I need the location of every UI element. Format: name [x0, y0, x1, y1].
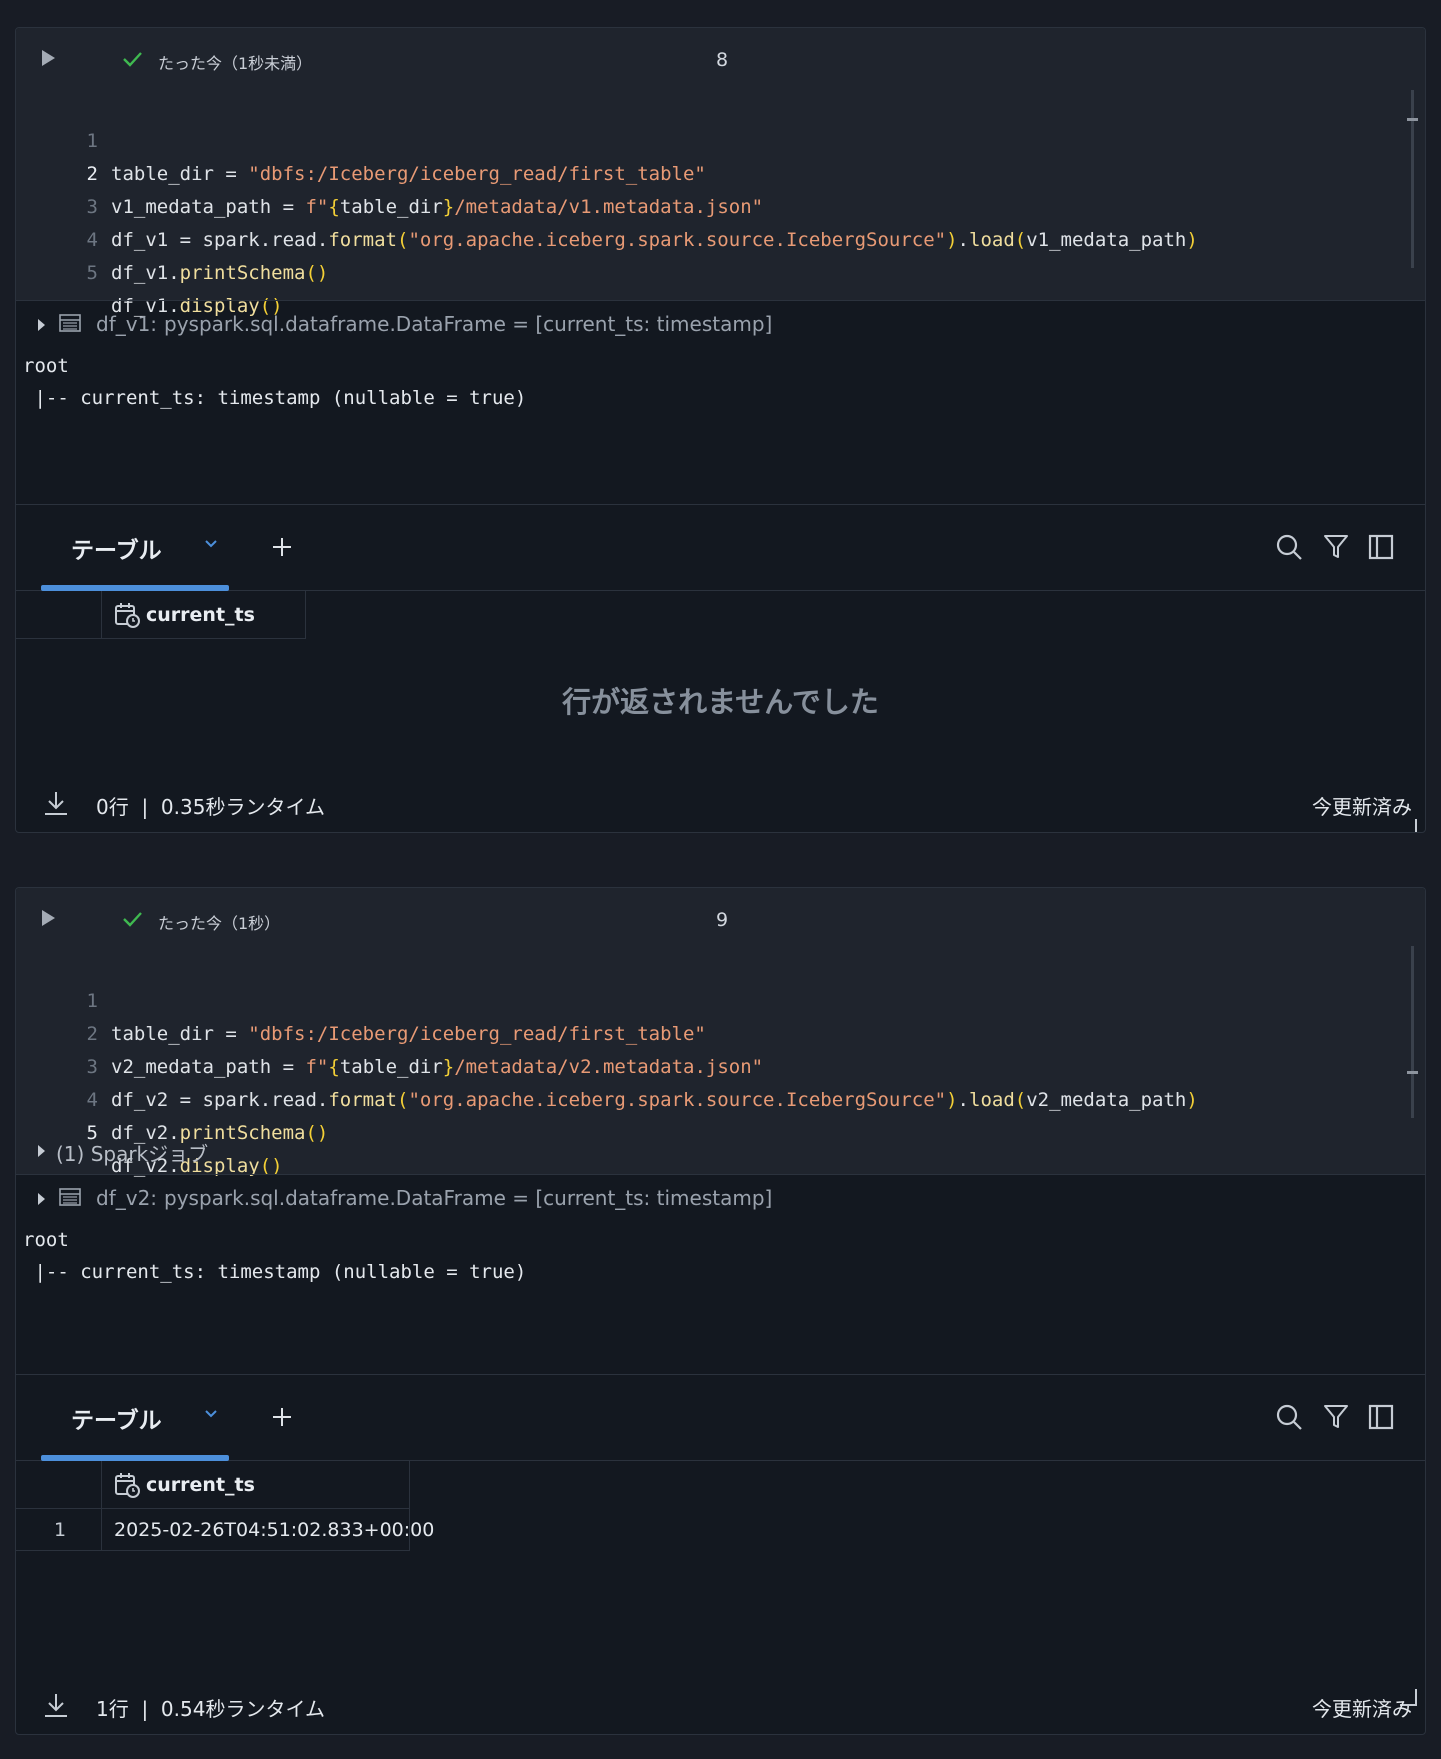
expand-icon[interactable] — [38, 1193, 45, 1205]
column-header[interactable]: current_ts — [102, 1461, 410, 1509]
row-index: 1 — [54, 1519, 67, 1541]
tab-table[interactable]: テーブル — [41, 1375, 231, 1461]
code-line: 5 df_v1.display() — [16, 224, 1425, 317]
code-line: 5 df_v2.display() — [16, 1084, 1425, 1177]
row-index-header — [16, 591, 102, 639]
dataframe-type: pyspark.sql.dataframe.DataFrame = [curre… — [164, 1186, 773, 1210]
column-header[interactable]: current_ts — [102, 591, 306, 639]
updated-status: 今更新済み — [1312, 1697, 1412, 1721]
schema-output: root |-- current_ts: timestamp (nullable… — [16, 1224, 1425, 1374]
dataframe-info[interactable]: df_v2: pyspark.sql.dataframe.DataFrame =… — [16, 1174, 1425, 1224]
runtime: 0.54秒ランタイム — [160, 1697, 326, 1721]
notebook-cell-8: たった今（1秒未満） 8 1 table_dir = "dbfs:/Iceber… — [15, 27, 1426, 833]
check-icon — [123, 912, 142, 927]
dataframe-name: df_v2: — [96, 1186, 158, 1210]
notebook-cell-9: たった今（1秒） 9 1 table_dir = "dbfs:/Iceberg/… — [15, 887, 1426, 1735]
table-icon — [59, 1188, 81, 1206]
schema-output: root |-- current_ts: timestamp (nullable… — [16, 350, 1425, 504]
table-icon — [59, 314, 81, 332]
check-icon — [123, 52, 142, 67]
code-line: 1 table_dir = "dbfs:/Iceberg/iceberg_rea… — [16, 952, 1425, 1045]
dataframe-type: pyspark.sql.dataframe.DataFrame = [curre… — [164, 312, 773, 336]
download-icon[interactable] — [43, 1691, 69, 1719]
code-area: たった今（1秒） 9 1 table_dir = "dbfs:/Iceberg/… — [16, 888, 1425, 1177]
sidebar-icon[interactable] — [1367, 1403, 1395, 1431]
empty-message: 行が返されませんでした — [562, 685, 879, 719]
cell-header: たった今（1秒未満） 8 — [16, 28, 1425, 92]
tab-label: テーブル — [71, 1408, 162, 1434]
cell-header: たった今（1秒） 9 — [16, 888, 1425, 952]
plus-icon[interactable] — [271, 536, 293, 558]
run-icon[interactable] — [42, 910, 55, 926]
expand-icon[interactable] — [38, 319, 45, 331]
code-line: 4 df_v1.printSchema() — [16, 191, 1425, 284]
updated-status: 今更新済み — [1312, 795, 1412, 819]
filter-icon[interactable] — [1322, 1403, 1350, 1431]
code-line: 3 df_v1 = spark.read.format("org.apache.… — [16, 158, 1425, 251]
spark-jobs-label: (1) Sparkジョブ — [56, 1142, 209, 1166]
calendar-clock-icon — [115, 603, 140, 628]
calendar-clock-icon — [115, 1473, 140, 1498]
code-editor[interactable]: 1 table_dir = "dbfs:/Iceberg/iceberg_rea… — [16, 90, 1425, 317]
expand-icon[interactable] — [38, 1145, 45, 1157]
table-footer: 0行 | 0.35秒ランタイム 今更新済み — [16, 776, 1425, 832]
tab-table[interactable]: テーブル — [41, 505, 231, 591]
sidebar-icon[interactable] — [1367, 533, 1395, 561]
search-icon[interactable] — [1275, 1403, 1303, 1431]
code-area: たった今（1秒未満） 8 1 table_dir = "dbfs:/Iceber… — [16, 28, 1425, 317]
runtime: 0.35秒ランタイム — [160, 795, 326, 819]
result-table: current_ts 1 2025-02-26T04:51:02.833+00:… — [16, 1461, 1425, 1706]
column-name: current_ts — [146, 604, 255, 626]
code-line: 4 df_v2.printSchema() — [16, 1051, 1425, 1144]
cell-number: 9 — [716, 909, 729, 931]
search-icon[interactable] — [1275, 533, 1303, 561]
spark-jobs[interactable]: (1) Sparkジョブ — [16, 1128, 1425, 1174]
table-footer: 1行 | 0.54秒ランタイム 今更新済み — [16, 1678, 1425, 1734]
run-status: たった今（1秒） — [158, 914, 281, 933]
line-number: 5 — [86, 262, 98, 284]
chevron-down-icon[interactable] — [204, 1409, 218, 1419]
table-cell[interactable]: 2025-02-26T04:51:02.833+00:00 — [114, 1519, 434, 1541]
code-scrollbar[interactable] — [1411, 946, 1414, 1118]
run-status: たった今（1秒未満） — [158, 54, 313, 73]
row-index-header — [16, 1461, 102, 1509]
run-icon[interactable] — [42, 50, 55, 66]
schema-field: |-- current_ts: timestamp (nullable = tr… — [23, 1261, 527, 1283]
chevron-down-icon[interactable] — [204, 539, 218, 549]
schema-root: root — [23, 355, 69, 377]
code-line: 1 table_dir = "dbfs:/Iceberg/iceberg_rea… — [16, 92, 1425, 185]
code-line: 3 df_v2 = spark.read.format("org.apache.… — [16, 1018, 1425, 1111]
code-line: 2 v2_medata_path = f"{table_dir}/metadat… — [16, 985, 1425, 1078]
table-row[interactable]: 1 2025-02-26T04:51:02.833+00:00 — [16, 1509, 434, 1551]
code-editor[interactable]: 1 table_dir = "dbfs:/Iceberg/iceberg_rea… — [16, 946, 1425, 1177]
filter-icon[interactable] — [1322, 533, 1350, 561]
footer-separator: | — [141, 795, 149, 819]
column-name: current_ts — [146, 1474, 255, 1496]
footer-separator: | — [141, 1697, 149, 1721]
cell-number: 8 — [716, 49, 729, 71]
scroll-thumb[interactable] — [1407, 118, 1418, 121]
download-icon[interactable] — [43, 789, 69, 817]
schema-root: root — [23, 1229, 69, 1251]
result-tabbar: テーブル — [16, 505, 1425, 591]
result-tabbar: テーブル — [16, 1375, 1425, 1461]
row-count: 0行 — [96, 795, 129, 819]
plus-icon[interactable] — [271, 1406, 293, 1428]
code-scrollbar[interactable] — [1411, 90, 1414, 268]
row-count: 1行 — [96, 1697, 129, 1721]
schema-field: |-- current_ts: timestamp (nullable = tr… — [23, 387, 527, 409]
dataframe-name: df_v1: — [96, 312, 158, 336]
tab-label: テーブル — [71, 538, 162, 564]
scroll-thumb[interactable] — [1407, 1071, 1418, 1074]
dataframe-info[interactable]: df_v1: pyspark.sql.dataframe.DataFrame =… — [16, 300, 1425, 350]
code-line: 2 v1_medata_path = f"{table_dir}/metadat… — [16, 125, 1425, 218]
